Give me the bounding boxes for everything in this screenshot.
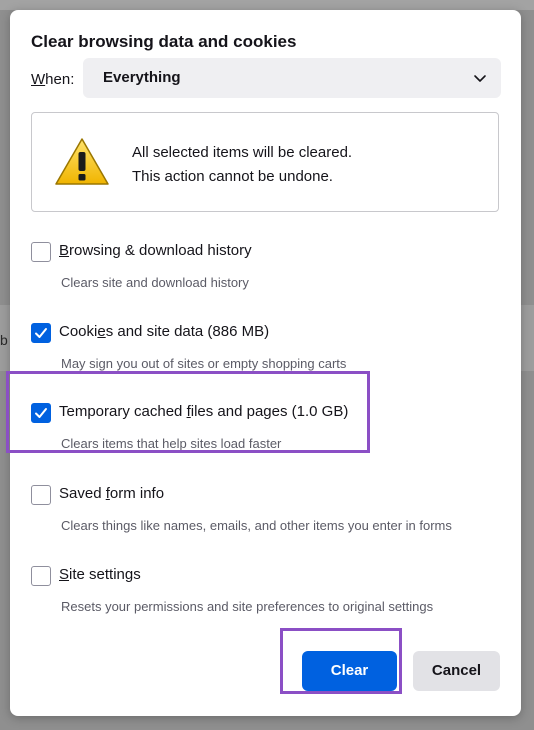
label-text: Saved [59,485,106,502]
backdrop-band [0,0,534,10]
when-label-text: hen: [45,71,75,88]
clear-data-dialog: Clear browsing data and cookies When: Ev… [10,10,521,716]
label-access-key: e [97,323,106,340]
warning-text-line1: All selected items will be cleared. [132,144,353,161]
cancel-button[interactable]: Cancel [413,651,500,691]
option-label: Cookies and site data (886 MB) [59,323,269,340]
option-description: Resets your permissions and site prefere… [61,599,434,614]
label-text: ite settings [69,566,141,583]
label-text: rowsing & download history [69,242,252,259]
time-range-value: Everything [103,69,181,86]
option-label: Browsing & download history [59,242,252,259]
label-text: Cooki [59,323,98,340]
checkbox-browsing-history[interactable] [31,242,51,262]
label-access-key: B [59,242,70,259]
checkbox-form-info[interactable] [31,485,51,505]
label-text: orm info [109,485,165,502]
option-description: Clears site and download history [61,275,249,290]
time-range-select[interactable]: Everything [83,58,501,98]
checkmark-icon [35,328,47,338]
warning-text-line2: This action cannot be undone. [132,168,333,185]
option-label: Saved form info [59,485,164,502]
checkbox-site-settings[interactable] [31,566,51,586]
warning-box: All selected items will be cleared. This… [31,112,499,212]
when-label: When: [31,71,74,88]
when-label-access-key: W [31,71,46,88]
backdrop-peek-text: b [0,332,8,348]
dialog-title: Clear browsing data and cookies [31,32,297,51]
option-label: Site settings [59,566,141,583]
label-text: s and site data (886 MB) [105,323,270,340]
option-description: Clears things like names, emails, and ot… [61,518,452,533]
highlight-box-clear-button [280,628,402,694]
checkbox-cookies[interactable] [31,323,51,343]
chevron-down-icon [474,75,486,82]
option-description: May sign you out of sites or empty shopp… [61,356,347,371]
highlight-box-cache-option [6,371,370,453]
warning-icon [55,138,109,185]
label-access-key: S [59,566,70,583]
